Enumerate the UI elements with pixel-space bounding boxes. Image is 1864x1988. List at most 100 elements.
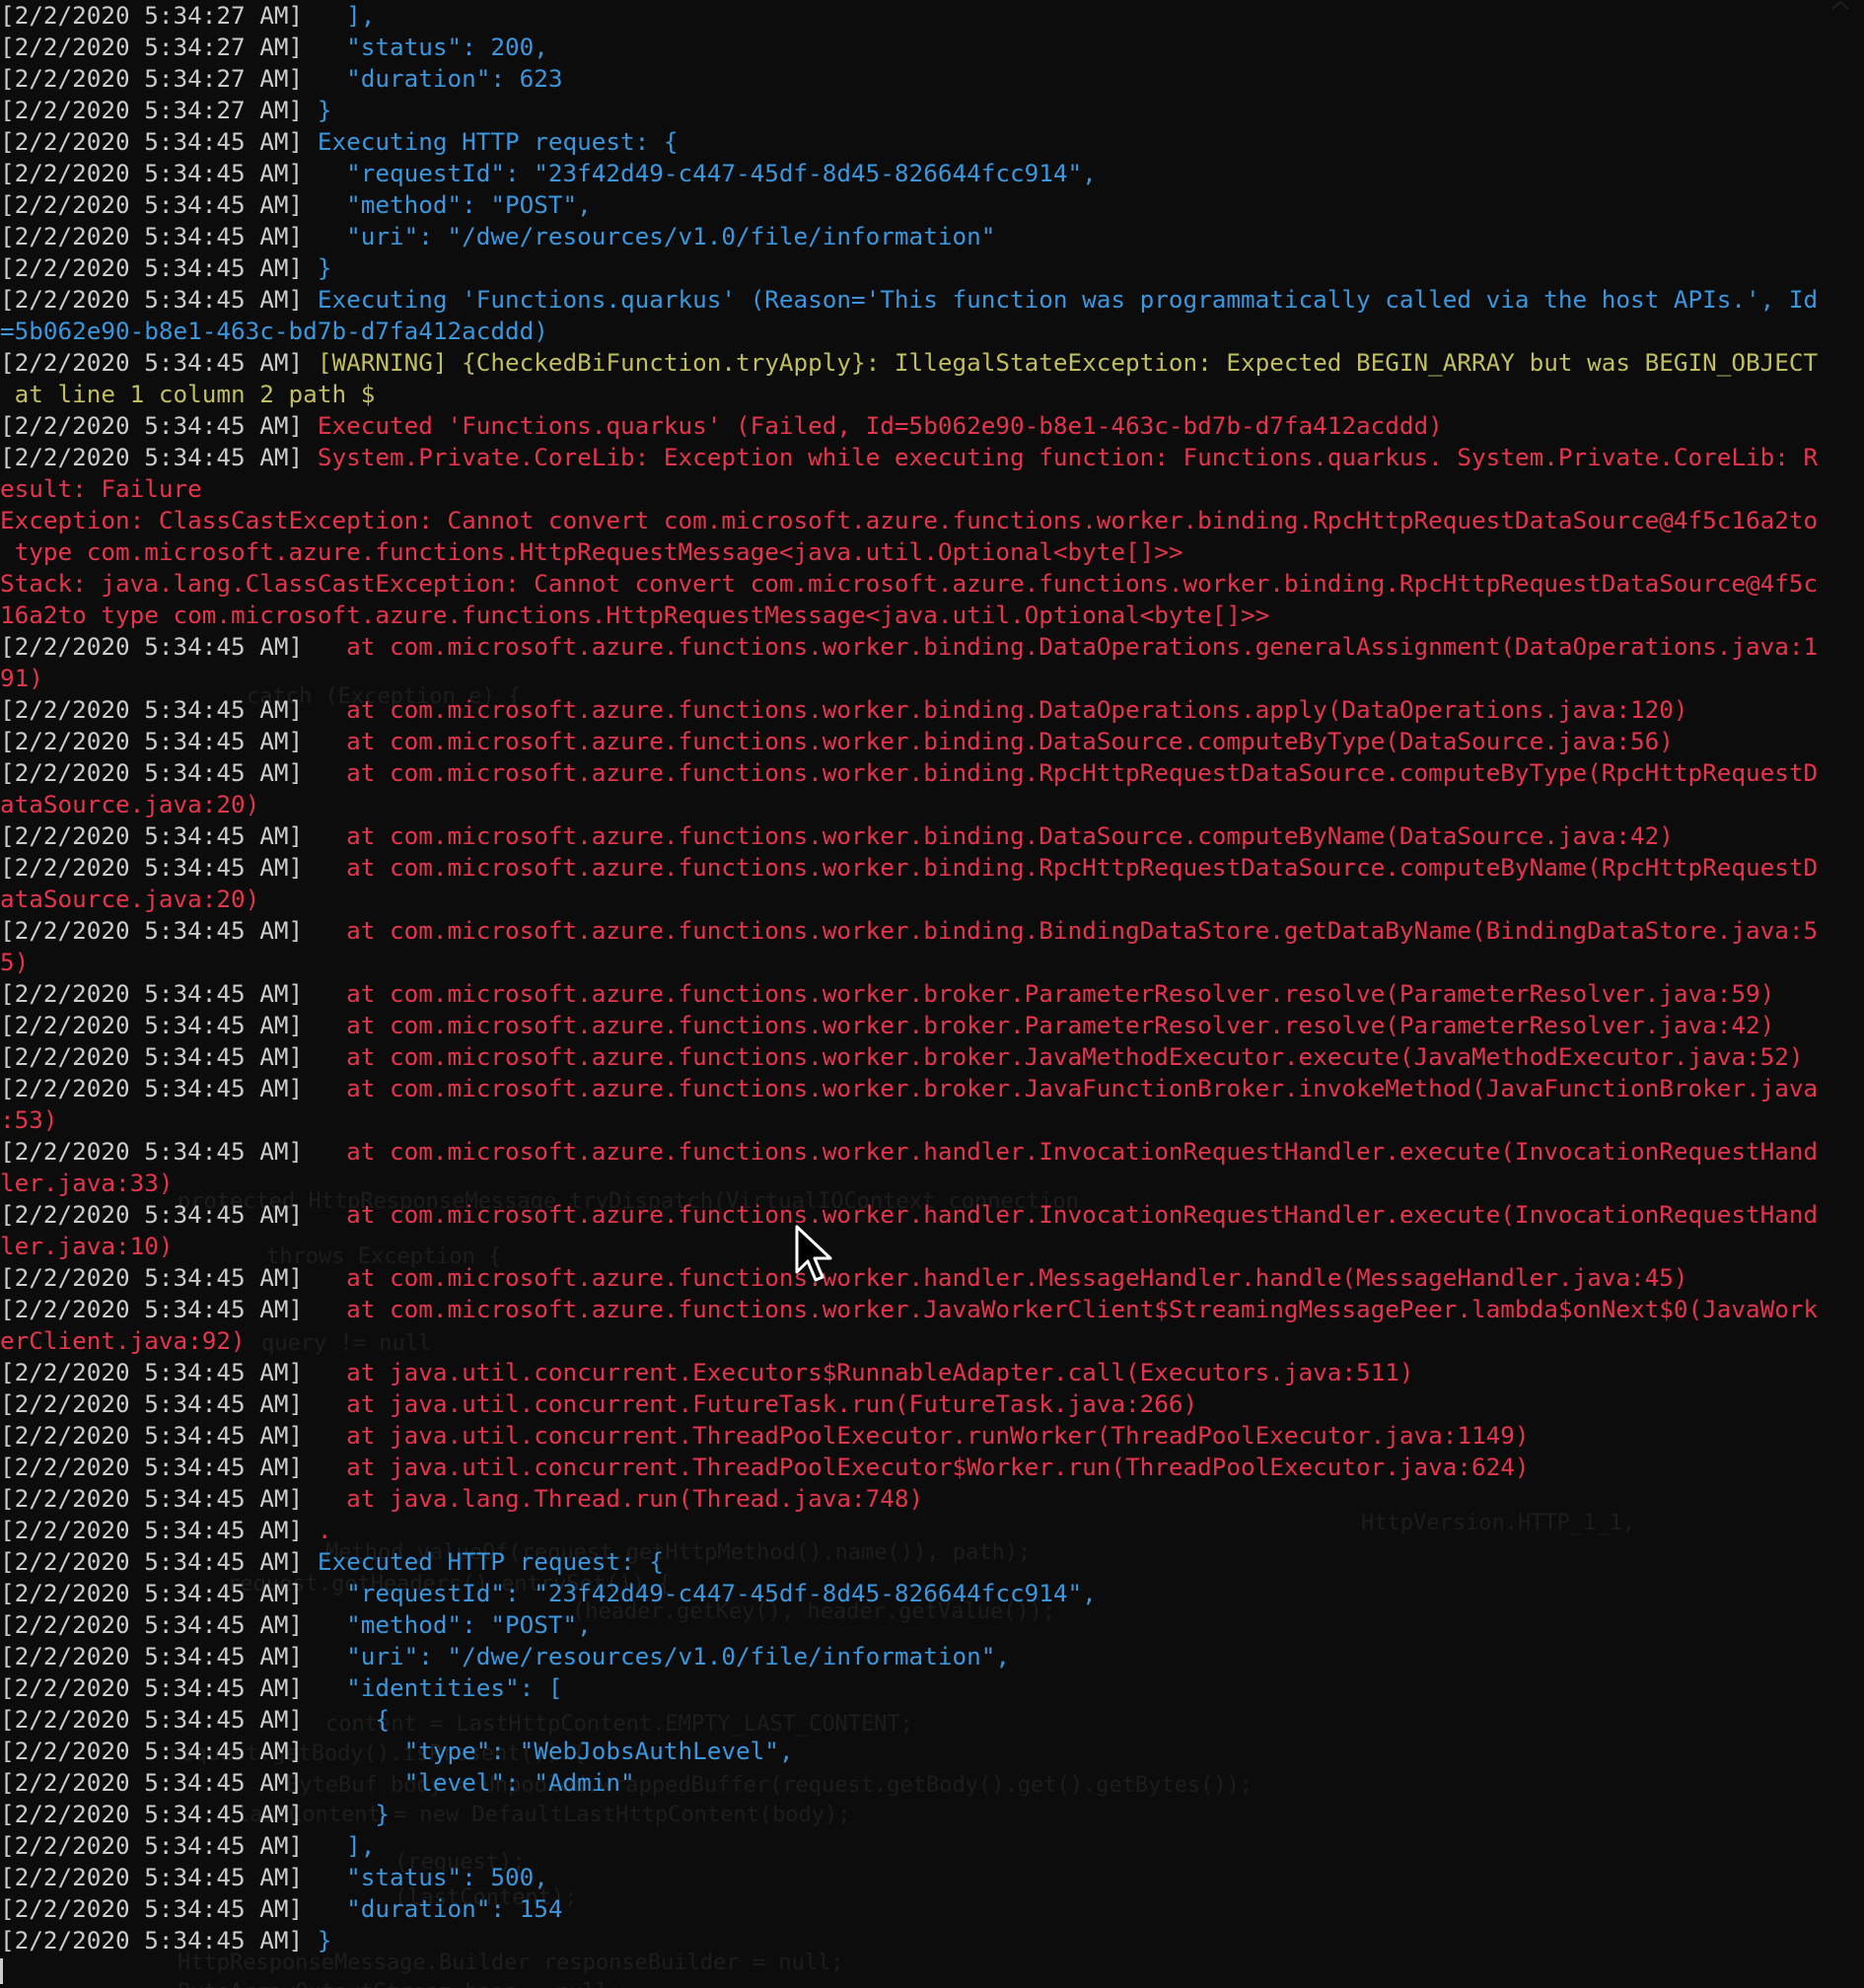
log-line: [2/2/2020 5:34:45 AM] at java.util.concu…	[0, 1420, 1864, 1452]
log-message: "identities": [	[303, 1673, 563, 1702]
log-timestamp: [2/2/2020 5:34:45 AM]	[0, 1074, 304, 1102]
log-line: [2/2/2020 5:34:45 AM] }	[0, 252, 1864, 284]
log-line: [2/2/2020 5:34:45 AM] "uri": "/dwe/resou…	[0, 221, 1864, 252]
log-line: [2/2/2020 5:34:45 AM] {	[0, 1704, 1864, 1736]
log-message: "requestId": "23f42d49-c447-45df-8d45-82…	[303, 159, 1097, 187]
log-message: =5b062e90-b8e1-463c-bd7b-d7fa412acddd)	[0, 317, 548, 345]
log-timestamp: [2/2/2020 5:34:45 AM]	[0, 1484, 304, 1513]
log-message: Executing 'Functions.quarkus' (Reason='T…	[303, 285, 1819, 314]
log-line: [2/2/2020 5:34:45 AM] Executed 'Function…	[0, 410, 1864, 442]
log-timestamp: [2/2/2020 5:34:45 AM]	[0, 1200, 304, 1229]
log-line: [2/2/2020 5:34:45 AM] "level": "Admin"	[0, 1767, 1864, 1799]
log-line: [2/2/2020 5:34:45 AM] at com.microsoft.a…	[0, 1073, 1864, 1104]
log-message: "requestId": "23f42d49-c447-45df-8d45-82…	[303, 1579, 1097, 1607]
log-message: at com.microsoft.azure.functions.worker.…	[303, 1042, 1804, 1071]
log-line: [2/2/2020 5:34:45 AM] System.Private.Cor…	[0, 442, 1864, 473]
log-line: [2/2/2020 5:34:45 AM] at com.microsoft.a…	[0, 757, 1864, 789]
log-line: Stack: java.lang.ClassCastException: Can…	[0, 568, 1864, 600]
log-line: esult: Failure	[0, 473, 1864, 505]
log-line: [2/2/2020 5:34:45 AM] at com.microsoft.a…	[0, 1199, 1864, 1231]
log-line: ataSource.java:20)	[0, 789, 1864, 820]
ghost-code-line: ByteArrayOutputStream baos = null;	[178, 1980, 621, 1988]
log-message: erClient.java:92)	[0, 1326, 246, 1355]
log-line: :53)	[0, 1104, 1864, 1136]
log-message: 91)	[0, 664, 43, 692]
log-message: at com.microsoft.azure.functions.worker.…	[303, 632, 1819, 661]
log-message: 16a2to type com.microsoft.azure.function…	[0, 601, 1270, 629]
log-message: Stack: java.lang.ClassCastException: Can…	[0, 569, 1819, 598]
log-line: [2/2/2020 5:34:45 AM] at java.util.concu…	[0, 1357, 1864, 1388]
log-message: ler.java:10)	[0, 1232, 174, 1260]
log-timestamp: [2/2/2020 5:34:45 AM]	[0, 1295, 304, 1323]
log-message: at com.microsoft.azure.functions.worker.…	[303, 758, 1819, 787]
log-timestamp: [2/2/2020 5:34:45 AM]	[0, 1453, 304, 1481]
log-line: [2/2/2020 5:34:45 AM] }	[0, 1925, 1864, 1956]
log-timestamp: [2/2/2020 5:34:45 AM]	[0, 1894, 304, 1923]
scroll-up-icon[interactable]	[1828, 0, 1852, 10]
log-message: "method": "POST",	[303, 190, 592, 219]
log-message: at com.microsoft.azure.functions.worker.…	[303, 916, 1819, 945]
log-timestamp: [2/2/2020 5:34:45 AM]	[0, 1831, 304, 1860]
log-message: "level": "Admin"	[303, 1768, 635, 1797]
log-timestamp: [2/2/2020 5:34:45 AM]	[0, 1042, 304, 1071]
log-line: [2/2/2020 5:34:45 AM] at com.microsoft.a…	[0, 631, 1864, 663]
log-message: at line 1 column 2 path $	[0, 380, 376, 408]
log-timestamp: [2/2/2020 5:34:45 AM]	[0, 979, 304, 1008]
log-line: ler.java:10)	[0, 1231, 1864, 1262]
log-message: at com.microsoft.azure.functions.worker.…	[303, 1263, 1688, 1292]
log-timestamp: [2/2/2020 5:34:45 AM]	[0, 727, 304, 755]
log-line: ler.java:33)	[0, 1168, 1864, 1199]
log-timestamp: [2/2/2020 5:34:27 AM]	[0, 1, 304, 30]
log-message: [WARNING] {CheckedBiFunction.tryApply}: …	[303, 348, 1819, 377]
log-timestamp: [2/2/2020 5:34:45 AM]	[0, 1800, 304, 1828]
log-message: at com.microsoft.azure.functions.worker.…	[303, 727, 1674, 755]
log-message: type com.microsoft.azure.functions.HttpR…	[0, 537, 1183, 566]
log-message: }	[303, 253, 332, 282]
text-cursor	[0, 1958, 3, 1984]
log-timestamp: [2/2/2020 5:34:45 AM]	[0, 1011, 304, 1039]
log-line: type com.microsoft.azure.functions.HttpR…	[0, 536, 1864, 568]
log-line: [2/2/2020 5:34:45 AM] at com.microsoft.a…	[0, 1136, 1864, 1168]
log-timestamp: [2/2/2020 5:34:45 AM]	[0, 1610, 304, 1639]
mouse-pointer-icon	[795, 1225, 832, 1282]
log-message: at com.microsoft.azure.functions.worker.…	[303, 1295, 1819, 1323]
log-message: ataSource.java:20)	[0, 790, 260, 818]
log-timestamp: [2/2/2020 5:34:45 AM]	[0, 695, 304, 724]
log-message: Executing HTTP request: {	[303, 127, 679, 156]
terminal-output[interactable]: [2/2/2020 5:34:27 AM] ], [2/2/2020 5:34:2…	[0, 0, 1864, 1956]
log-line: [2/2/2020 5:34:45 AM] "requestId": "23f4…	[0, 1578, 1864, 1609]
log-line: [2/2/2020 5:34:45 AM] at com.microsoft.a…	[0, 915, 1864, 947]
log-timestamp: [2/2/2020 5:34:45 AM]	[0, 916, 304, 945]
log-timestamp: [2/2/2020 5:34:45 AM]	[0, 1768, 304, 1797]
log-line: [2/2/2020 5:34:27 AM] ],	[0, 0, 1864, 32]
log-line: [2/2/2020 5:34:45 AM] at com.microsoft.a…	[0, 1262, 1864, 1294]
log-timestamp: [2/2/2020 5:34:45 AM]	[0, 1137, 304, 1166]
log-message: "status": 500,	[303, 1863, 548, 1891]
log-line: [2/2/2020 5:34:45 AM] at com.microsoft.a…	[0, 978, 1864, 1010]
log-message: "duration": 154	[303, 1894, 563, 1923]
log-timestamp: [2/2/2020 5:34:45 AM]	[0, 1926, 304, 1954]
log-message: at java.util.concurrent.FutureTask.run(F…	[303, 1389, 1198, 1418]
log-message: Exception: ClassCastException: Cannot co…	[0, 506, 1819, 534]
log-timestamp: [2/2/2020 5:34:45 AM]	[0, 1547, 304, 1576]
log-timestamp: [2/2/2020 5:34:45 AM]	[0, 1389, 304, 1418]
log-line: [2/2/2020 5:34:45 AM] "uri": "/dwe/resou…	[0, 1641, 1864, 1672]
log-timestamp: [2/2/2020 5:34:45 AM]	[0, 1737, 304, 1765]
log-message: ataSource.java:20)	[0, 885, 260, 913]
log-timestamp: [2/2/2020 5:34:45 AM]	[0, 159, 304, 187]
log-line: ataSource.java:20)	[0, 884, 1864, 915]
log-timestamp: [2/2/2020 5:34:27 AM]	[0, 96, 304, 124]
log-line: at line 1 column 2 path $	[0, 379, 1864, 410]
log-line: [2/2/2020 5:34:45 AM] [WARNING] {Checked…	[0, 347, 1864, 379]
log-message: "type": "WebJobsAuthLevel",	[303, 1737, 794, 1765]
log-timestamp: [2/2/2020 5:34:45 AM]	[0, 285, 304, 314]
log-timestamp: [2/2/2020 5:34:45 AM]	[0, 190, 304, 219]
log-message: at com.microsoft.azure.functions.worker.…	[303, 1011, 1775, 1039]
terminal-window[interactable]: catch (Exception e) {protected HttpRespo…	[0, 0, 1864, 1988]
log-timestamp: [2/2/2020 5:34:45 AM]	[0, 1421, 304, 1450]
log-message: at java.util.concurrent.ThreadPoolExecut…	[303, 1453, 1530, 1481]
log-timestamp: [2/2/2020 5:34:45 AM]	[0, 1642, 304, 1670]
log-message: at java.util.concurrent.ThreadPoolExecut…	[303, 1421, 1530, 1450]
log-line: [2/2/2020 5:34:45 AM] "requestId": "23f4…	[0, 158, 1864, 189]
log-line: [2/2/2020 5:34:45 AM] at com.microsoft.a…	[0, 694, 1864, 726]
